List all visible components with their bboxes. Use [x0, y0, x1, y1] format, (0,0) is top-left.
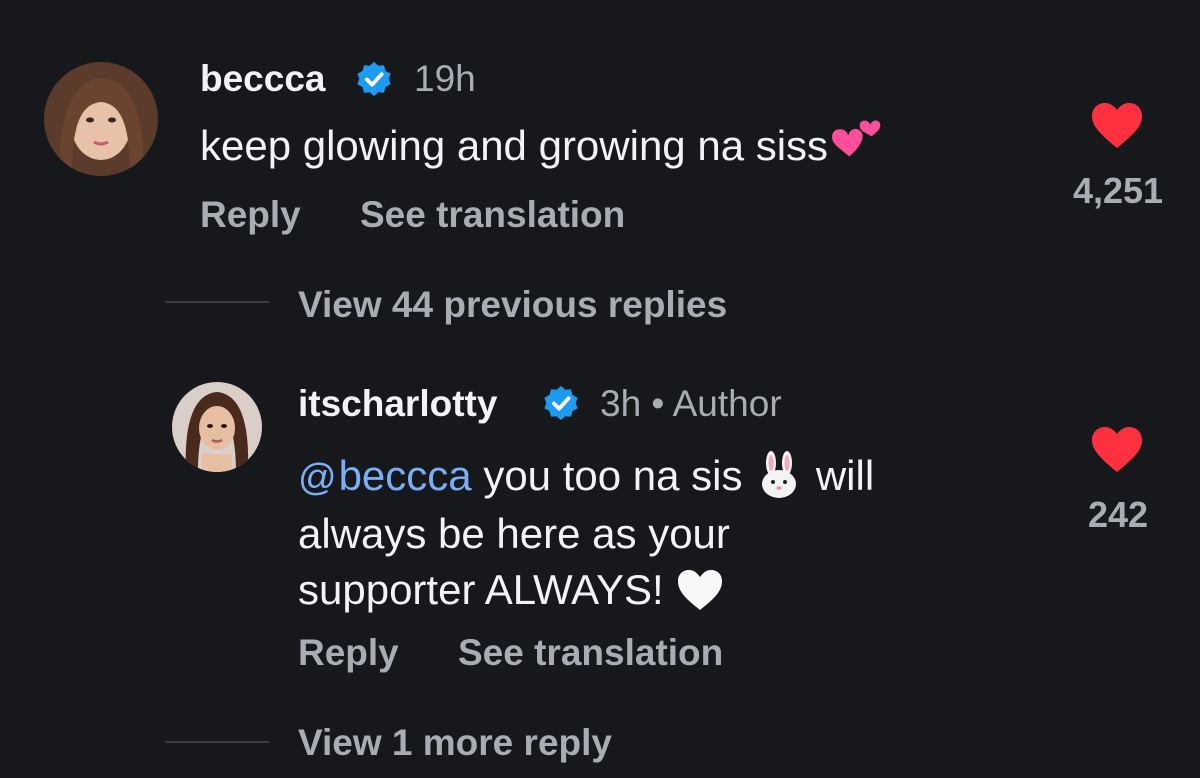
reply-username[interactable]: itscharlotty	[298, 383, 497, 425]
comment-time: 19h	[414, 58, 476, 99]
thread-divider	[165, 741, 269, 743]
avatar-photo	[44, 62, 158, 176]
reply-line-2: always be here as your	[298, 510, 730, 557]
reply-line-3: supporter ALWAYS!	[298, 562, 1018, 618]
like-heart-icon[interactable]	[1090, 102, 1144, 150]
like-heart-icon[interactable]	[1090, 426, 1144, 474]
avatar-photo	[172, 382, 262, 472]
reply-meta: 3h • Author	[600, 383, 782, 424]
verified-badge-icon	[544, 385, 578, 421]
white-heart-icon	[678, 569, 723, 610]
view-previous-replies-button[interactable]: View 44 previous replies	[298, 284, 727, 326]
comment-username[interactable]: beccca	[200, 58, 326, 100]
view-more-replies-button[interactable]: View 1 more reply	[298, 722, 612, 764]
comment-text: keep glowing and growing na siss	[200, 118, 1050, 174]
avatar[interactable]	[44, 62, 158, 176]
reply-button[interactable]: Reply	[298, 632, 399, 674]
threads-at-icon: @	[298, 457, 337, 499]
avatar[interactable]	[172, 382, 262, 472]
see-translation-button[interactable]: See translation	[458, 632, 723, 674]
like-count: 242	[1087, 494, 1149, 535]
mention-link[interactable]: @beccca	[298, 452, 472, 499]
reply-button[interactable]: Reply	[200, 194, 301, 236]
verified-badge-icon	[357, 61, 391, 97]
comment-body: keep glowing and growing na siss	[200, 122, 829, 169]
comments-thread: beccca 19h keep glowing and growing na s…	[0, 0, 1200, 778]
reply-line-1: @beccca you too na sis will	[298, 448, 1018, 506]
rabbit-face-icon	[762, 450, 797, 498]
two-hearts-icon	[832, 120, 881, 157]
like-count: 4,251	[1072, 170, 1164, 211]
reply-text: @beccca you too na sis will always be he…	[298, 448, 1018, 618]
thread-divider	[165, 301, 269, 303]
see-translation-button[interactable]: See translation	[360, 194, 625, 236]
